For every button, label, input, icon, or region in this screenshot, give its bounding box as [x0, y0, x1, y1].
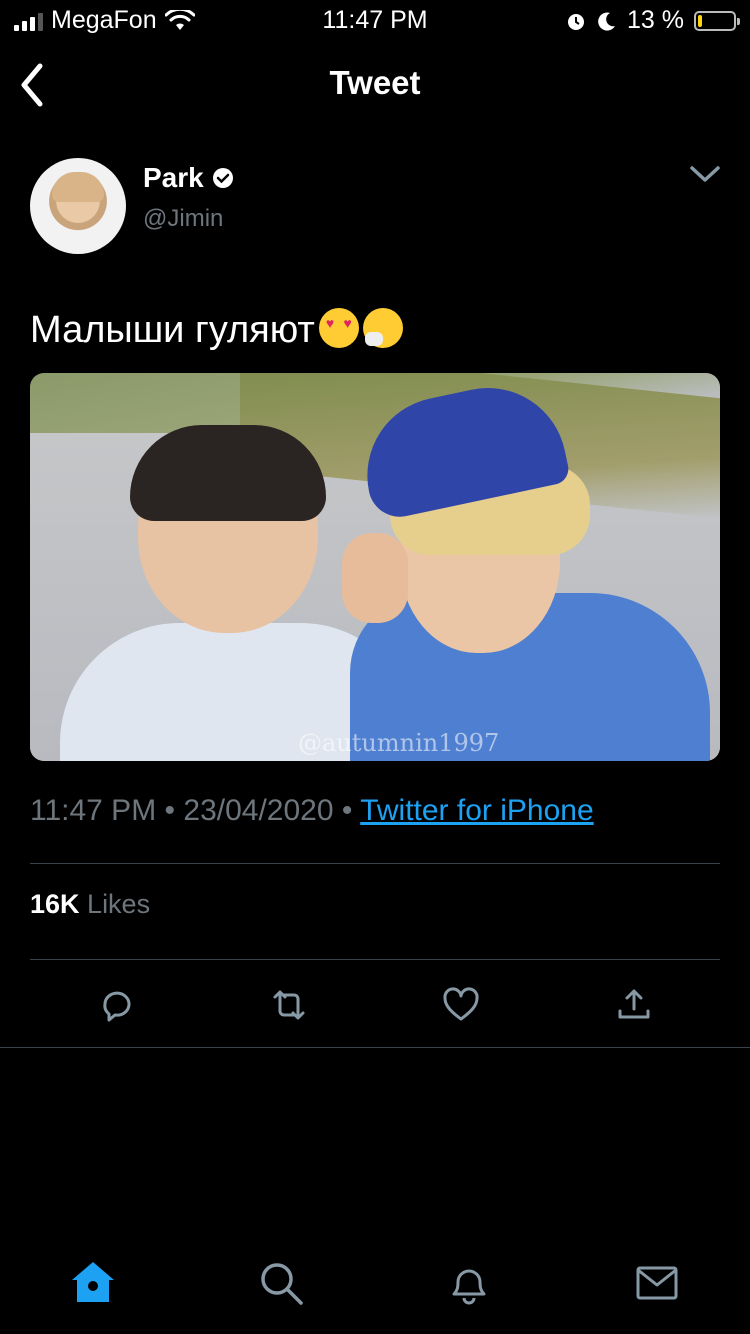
share-icon[interactable] — [614, 985, 654, 1025]
tab-bar — [0, 1258, 750, 1318]
messages-icon[interactable] — [632, 1258, 682, 1308]
divider — [30, 863, 720, 864]
battery-percent: 13 % — [627, 6, 684, 34]
status-right: 13 % — [565, 6, 740, 35]
author-name-row[interactable]: Park — [143, 162, 234, 194]
heart-eyes-emoji-icon — [318, 308, 359, 348]
avatar[interactable] — [30, 158, 126, 254]
tweet-text-body: Малыши гуляют — [30, 309, 315, 351]
nav-bar: Tweet — [0, 40, 750, 130]
photo-watermark: @autumnin1997 — [298, 729, 500, 757]
page-title: Tweet — [329, 64, 421, 101]
retweet-icon[interactable] — [269, 985, 309, 1025]
status-bar: MegaFon 11:47 PM 13 % — [0, 0, 750, 40]
meta-separator: • — [164, 794, 176, 827]
moon-icon — [598, 12, 616, 31]
divider — [30, 959, 720, 960]
photo-person-right-hand — [342, 533, 408, 623]
avatar-hair — [52, 172, 104, 202]
verified-badge-icon — [212, 168, 233, 188]
tweet-photo[interactable]: @autumnin1997 — [30, 373, 720, 761]
alarm-icon — [568, 13, 585, 30]
divider — [0, 1047, 750, 1048]
chevron-down-icon[interactable] — [688, 162, 722, 186]
meta-separator: • — [341, 794, 353, 827]
reply-icon[interactable] — [97, 985, 137, 1025]
tweet-date: 23/04/2020 — [183, 794, 334, 827]
tweet-time: 11:47 PM — [30, 794, 157, 827]
tweet-actions — [0, 985, 750, 1025]
tweet-meta: 11:47 PM • 23/04/2020 • Twitter for iPho… — [30, 794, 594, 828]
home-icon[interactable] — [68, 1258, 118, 1308]
tweet-source-link[interactable]: Twitter for iPhone — [360, 794, 593, 827]
search-icon[interactable] — [256, 1258, 306, 1308]
notifications-icon[interactable] — [444, 1258, 494, 1308]
tweet-text: Малыши гуляют — [30, 308, 403, 352]
battery-fill — [698, 14, 703, 27]
likes-count: 16K — [30, 889, 80, 919]
photo-person-left-hair — [130, 425, 326, 521]
author-handle[interactable]: @Jimin — [143, 205, 223, 233]
sneezing-face-emoji-icon — [362, 308, 403, 348]
likes-stat[interactable]: 16K Likes — [30, 889, 150, 920]
author-name: Park — [143, 162, 204, 193]
likes-label: Likes — [87, 889, 151, 919]
like-icon[interactable] — [441, 985, 481, 1025]
battery-icon — [694, 10, 740, 31]
